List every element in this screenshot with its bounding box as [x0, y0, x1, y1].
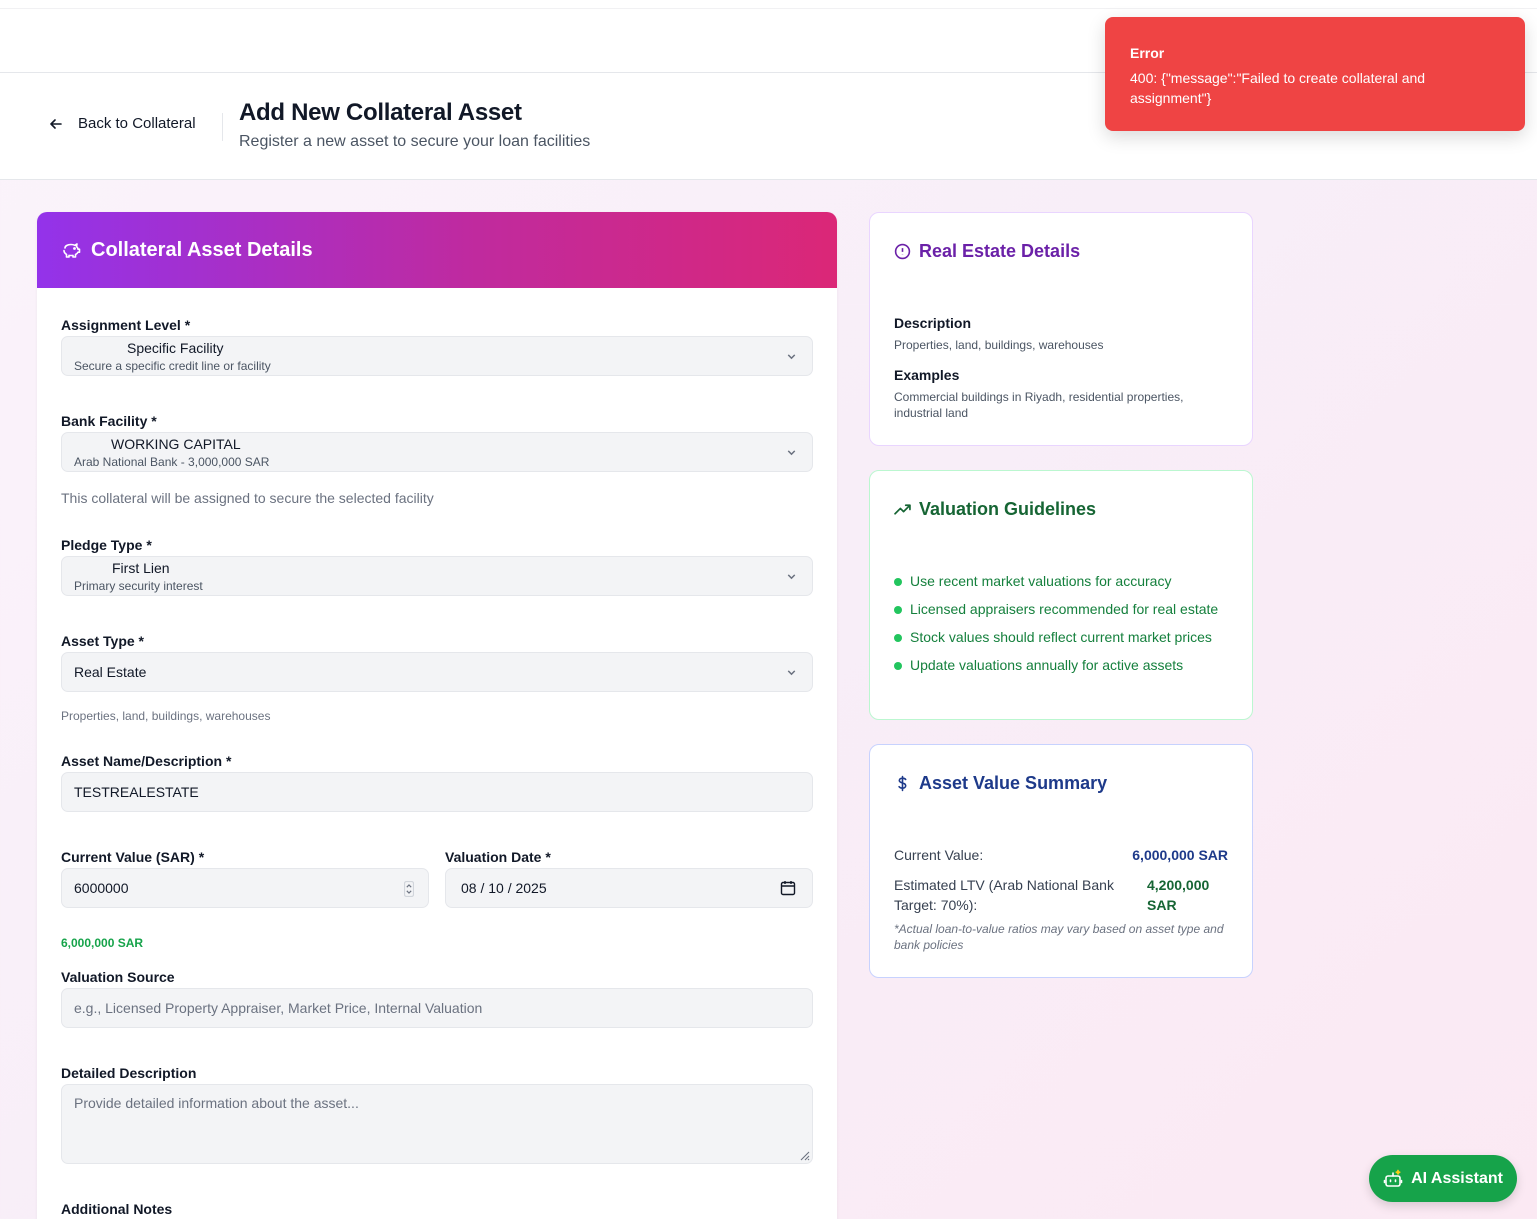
- page-subtitle: Register a new asset to secure your loan…: [239, 133, 591, 150]
- current-value-text: 6000000: [74, 880, 129, 896]
- real-estate-title-text: Real Estate Details: [919, 241, 1081, 261]
- assignment-level-field: Assignment Level * Specific Facility Sec…: [61, 317, 813, 376]
- bank-facility-value: WORKING CAPITAL: [111, 436, 241, 452]
- real-estate-title: Real Estate Details: [894, 241, 1080, 262]
- robot-icon: [1383, 1169, 1403, 1187]
- asset-name-input[interactable]: TESTREALESTATE: [61, 772, 813, 812]
- back-label: Back to Collateral: [78, 115, 196, 132]
- arrow-left-icon: [50, 118, 62, 129]
- real-estate-details-card: Real Estate Details Description Properti…: [869, 212, 1253, 446]
- calendar-icon[interactable]: [780, 880, 796, 896]
- additional-notes-label: Additional Notes: [61, 1201, 173, 1217]
- bank-facility-help: This collateral will be assigned to secu…: [61, 490, 434, 506]
- chevron-down-icon: [787, 450, 796, 456]
- trending-up-icon: [894, 504, 911, 515]
- list-item: Stock values should reflect current mark…: [894, 627, 1234, 647]
- ltv-note: *Actual loan-to-value ratios may vary ba…: [894, 922, 1224, 952]
- pledge-type-sub: Primary security interest: [74, 579, 203, 593]
- valuation-source-label: Valuation Source: [61, 969, 175, 985]
- valuation-date-label: Valuation Date *: [445, 849, 551, 865]
- bank-facility-field: Bank Facility * WORKING CAPITAL Arab Nat…: [61, 413, 813, 506]
- list-item: Update valuations annually for active as…: [894, 655, 1234, 675]
- detailed-description-textarea[interactable]: Provide detailed information about the a…: [61, 1084, 813, 1164]
- valuation-date-text: 08 / 10 / 2025: [461, 880, 547, 896]
- info-circle-icon: [894, 243, 911, 260]
- assignment-level-sub: Secure a specific credit line or facilit…: [74, 359, 271, 373]
- asset-type-field: Asset Type * Real Estate Properties, lan…: [61, 633, 813, 723]
- ltv-value: 4,200,000 SAR: [1147, 877, 1210, 913]
- valuation-source-input[interactable]: e.g., Licensed Property Appraiser, Marke…: [61, 988, 813, 1028]
- pledge-type-field: Pledge Type * First Lien Primary securit…: [61, 537, 813, 596]
- asset-type-select[interactable]: Real Estate: [61, 652, 813, 692]
- page-title: Add New Collateral Asset: [239, 99, 522, 126]
- bank-facility-sub: Arab National Bank - 3,000,000 SAR: [74, 455, 270, 469]
- valuation-date-input[interactable]: 08 / 10 / 2025: [445, 868, 813, 908]
- form-title: Collateral Asset Details: [91, 238, 313, 261]
- examples-label: Examples: [894, 367, 960, 383]
- description-text: Properties, land, buildings, warehouses: [894, 338, 1104, 352]
- error-toast[interactable]: Error 400: {"message":"Failed to create …: [1105, 17, 1525, 131]
- pledge-type-value: First Lien: [112, 560, 170, 576]
- chevron-down-icon: [787, 574, 796, 580]
- asset-name-label: Asset Name/Description *: [61, 753, 232, 769]
- back-to-collateral-button[interactable]: Back to Collateral: [48, 115, 196, 132]
- current-value-input[interactable]: 6000000: [61, 868, 429, 908]
- pledge-type-select[interactable]: First Lien Primary security interest: [61, 556, 813, 596]
- number-spinner-icon[interactable]: [404, 881, 414, 897]
- resize-handle-icon[interactable]: [798, 1149, 810, 1161]
- dollar-sign-icon: [898, 775, 907, 792]
- ai-assistant-label: AI Assistant: [1411, 1169, 1503, 1187]
- ltv-label: Estimated LTV (Arab National Bank Target…: [894, 877, 1114, 913]
- valuation-guidelines-card: Valuation Guidelines Use recent market v…: [869, 470, 1253, 720]
- current-value-label: Current Value (SAR) *: [61, 849, 205, 865]
- list-item: Use recent market valuations for accurac…: [894, 571, 1234, 591]
- bank-facility-label: Bank Facility *: [61, 413, 157, 429]
- guidelines-title-text: Valuation Guidelines: [919, 499, 1097, 519]
- detailed-description-label: Detailed Description: [61, 1065, 197, 1081]
- detailed-description-field: Detailed Description Provide detailed in…: [61, 1065, 813, 1164]
- description-label: Description: [894, 315, 972, 331]
- assignment-level-select[interactable]: Specific Facility Secure a specific cred…: [61, 336, 813, 376]
- examples-text: Commercial buildings in Riyadh, resident…: [894, 390, 1184, 420]
- pledge-type-label: Pledge Type *: [61, 537, 152, 553]
- chevron-down-icon: [787, 354, 796, 360]
- current-value-summary-value: 6,000,000 SAR: [1132, 847, 1228, 863]
- list-item: Licensed appraisers recommended for real…: [894, 599, 1234, 619]
- collateral-form-card: Collateral Asset Details Assignment Leve…: [37, 212, 837, 1219]
- valuation-source-field: Valuation Source e.g., Licensed Property…: [61, 969, 813, 1028]
- assignment-level-label: Assignment Level *: [61, 317, 191, 333]
- guidelines-title: Valuation Guidelines: [894, 499, 1096, 520]
- form-header: Collateral Asset Details: [37, 212, 837, 288]
- guidelines-list: Use recent market valuations for accurac…: [894, 571, 1234, 683]
- asset-type-value: Real Estate: [74, 664, 147, 680]
- asset-value-summary-card: Asset Value Summary Current Value: 6,000…: [869, 744, 1253, 978]
- top-divider: [0, 8, 1537, 9]
- asset-type-label: Asset Type *: [61, 633, 144, 649]
- asset-type-help: Properties, land, buildings, warehouses: [61, 709, 271, 723]
- additional-notes-field: Additional Notes: [61, 1201, 813, 1217]
- asset-name-field: Asset Name/Description * TESTREALESTATE: [61, 753, 813, 812]
- toast-title: Error: [1130, 45, 1165, 61]
- summary-title-text: Asset Value Summary: [919, 773, 1108, 793]
- ai-assistant-button[interactable]: AI Assistant: [1369, 1155, 1517, 1202]
- detailed-description-placeholder: Provide detailed information about the a…: [74, 1095, 359, 1111]
- summary-title: Asset Value Summary: [894, 773, 1107, 794]
- piggy-bank-icon: [63, 243, 81, 258]
- current-value-formatted: 6,000,000 SAR: [61, 936, 144, 950]
- assignment-level-value: Specific Facility: [127, 340, 224, 356]
- toast-message: 400: {"message":"Failed to create collat…: [1130, 70, 1426, 106]
- chevron-down-icon: [787, 670, 796, 676]
- bank-facility-select[interactable]: WORKING CAPITAL Arab National Bank - 3,0…: [61, 432, 813, 472]
- header-divider: [222, 113, 223, 141]
